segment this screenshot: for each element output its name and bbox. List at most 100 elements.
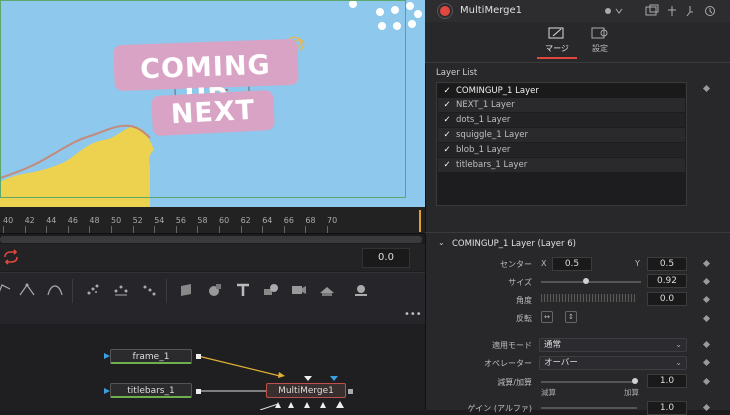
light3d-icon[interactable] bbox=[352, 281, 370, 299]
center-label: センター bbox=[500, 260, 532, 269]
nodes-header bbox=[0, 309, 425, 324]
node-editor[interactable]: frame_1 titlebars_1 MultiMerge1 bbox=[0, 324, 425, 410]
toolbar-divider bbox=[72, 279, 73, 303]
bspline-icon[interactable] bbox=[18, 281, 36, 299]
camera3d-icon[interactable] bbox=[290, 281, 308, 299]
ruler-tick-label: 48 bbox=[89, 216, 100, 225]
section-collapse-icon[interactable]: ⌄ bbox=[438, 238, 445, 247]
ruler-tick bbox=[283, 226, 285, 233]
layer-label: squiggle_1 Layer bbox=[456, 130, 529, 140]
subtractive-additive-knob[interactable] bbox=[632, 378, 638, 384]
size-slider-knob[interactable] bbox=[583, 278, 589, 284]
operator-label: オペレーター bbox=[484, 359, 532, 368]
viewer[interactable]: COMING UP NEXT bbox=[0, 0, 425, 207]
apply-mode-dropdown[interactable]: 通常 ⌄ bbox=[539, 338, 687, 352]
ruler-tick bbox=[197, 226, 199, 233]
subtractive-additive-field[interactable]: 1.0 bbox=[647, 374, 687, 388]
layer-row[interactable]: ✓ titlebars_1 Layer bbox=[438, 158, 685, 172]
ruler-tick-label: 54 bbox=[154, 216, 165, 225]
gain-field[interactable]: 1.0 bbox=[647, 401, 687, 415]
shape3d-icon[interactable] bbox=[206, 281, 224, 299]
particle-render-icon[interactable] bbox=[112, 281, 130, 299]
subtractive-additive-slider[interactable] bbox=[541, 381, 637, 383]
text3d-icon[interactable] bbox=[234, 281, 252, 299]
layer-checkbox[interactable]: ✓ bbox=[441, 158, 453, 172]
center-x-label: X bbox=[541, 259, 547, 268]
ruler-tick bbox=[327, 226, 328, 233]
tab-merge-underline bbox=[537, 57, 577, 59]
ruler-tick-label: 66 bbox=[283, 216, 294, 225]
layer-list[interactable]: ✓ COMINGUP_1 Layer ✓ NEXT_1 Layer ✓ dots_1 … bbox=[436, 82, 687, 206]
layer-row[interactable]: ✓ NEXT_1 Layer bbox=[438, 98, 685, 112]
center-x-field[interactable]: 0.5 bbox=[552, 257, 592, 271]
layer-row[interactable]: ✓ dots_1 Layer bbox=[438, 113, 685, 127]
angle-label: 角度 bbox=[516, 296, 532, 305]
size-field[interactable]: 0.92 bbox=[647, 274, 687, 288]
section-divider bbox=[425, 232, 730, 233]
loop-icon[interactable] bbox=[2, 248, 20, 266]
layer-row[interactable]: ✓ COMINGUP_1 Layer bbox=[438, 84, 685, 98]
ruler-tick-label: 46 bbox=[67, 216, 78, 225]
ruler-tick bbox=[240, 226, 242, 233]
gain-slider[interactable] bbox=[541, 407, 637, 409]
apply-mode-value: 通常 bbox=[544, 340, 562, 350]
playhead-marker[interactable] bbox=[419, 210, 421, 232]
time-scrubber[interactable] bbox=[0, 236, 422, 243]
layer-checkbox[interactable]: ✓ bbox=[441, 113, 453, 127]
polygon-icon[interactable] bbox=[0, 281, 14, 299]
particle-emitter-icon[interactable] bbox=[84, 281, 102, 299]
operator-dropdown[interactable]: オーバー ⌄ bbox=[539, 356, 687, 370]
renderer3d-icon[interactable] bbox=[318, 281, 336, 299]
ruler-tick bbox=[111, 226, 112, 233]
layer-list-label: Layer List bbox=[436, 68, 478, 78]
layer-row[interactable]: ✓ blob_1 Layer bbox=[438, 143, 685, 157]
ruler-tick-label: 60 bbox=[219, 216, 230, 225]
layer-checkbox[interactable]: ✓ bbox=[441, 84, 453, 98]
bezier-icon[interactable] bbox=[46, 281, 64, 299]
flip-vertical-button[interactable]: ↕ bbox=[565, 311, 577, 323]
ruler-tick bbox=[3, 226, 4, 233]
flip-horizontal-button[interactable]: ↔ bbox=[541, 311, 553, 323]
subtractive-label: 減算 bbox=[541, 388, 556, 397]
tab-merge[interactable]: マージ bbox=[537, 43, 577, 54]
layer-checkbox[interactable]: ✓ bbox=[441, 128, 453, 142]
layer-row[interactable]: ✓ squiggle_1 Layer bbox=[438, 128, 685, 142]
layer-checkbox[interactable]: ✓ bbox=[441, 98, 453, 112]
ruler-tick-label: 58 bbox=[197, 216, 208, 225]
additive-label: 加算 bbox=[624, 388, 639, 397]
ruler-tick bbox=[89, 226, 91, 233]
layer-label: blob_1 Layer bbox=[456, 145, 511, 155]
chevron-down-icon: ⌄ bbox=[675, 340, 682, 349]
layer-label: NEXT_1 Layer bbox=[456, 100, 515, 110]
angle-dial[interactable] bbox=[541, 294, 637, 302]
inspector-header-icons bbox=[605, 4, 715, 17]
size-slider[interactable] bbox=[541, 281, 641, 283]
node-titlebars-1[interactable]: titlebars_1 bbox=[110, 383, 192, 398]
ruler-tick bbox=[132, 226, 134, 233]
ruler-tick bbox=[262, 226, 264, 233]
ruler-tick bbox=[305, 226, 307, 233]
layer-checkbox[interactable]: ✓ bbox=[441, 143, 453, 157]
inspector-tabs bbox=[425, 22, 730, 63]
ruler-tick bbox=[219, 226, 220, 233]
nodes-options-menu[interactable]: ••• bbox=[404, 310, 422, 322]
section-title[interactable]: COMINGUP_1 Layer (Layer 6) bbox=[452, 239, 576, 249]
node-frame-1[interactable]: frame_1 bbox=[110, 349, 192, 364]
center-y-label: Y bbox=[635, 259, 640, 268]
ruler-tick-label: 42 bbox=[24, 216, 35, 225]
tab-settings[interactable]: 設定 bbox=[580, 43, 620, 54]
angle-field[interactable]: 0.0 bbox=[647, 292, 687, 306]
center-y-field[interactable]: 0.5 bbox=[647, 257, 687, 271]
ruler-ticks: 40 42 44 46 48 50 52 54 56 58 60 62 64 66 68 70 bbox=[0, 207, 425, 233]
toolbar-divider bbox=[166, 279, 167, 303]
node-multimerge1[interactable]: MultiMerge1 bbox=[266, 383, 346, 398]
image-plane-icon[interactable] bbox=[178, 281, 196, 299]
chevron-down-icon: ⌄ bbox=[675, 358, 682, 367]
merge3d-icon[interactable] bbox=[262, 281, 280, 299]
particle-style-icon[interactable] bbox=[140, 281, 158, 299]
ruler-tick-label: 62 bbox=[240, 216, 251, 225]
flip-label: 反転 bbox=[516, 314, 532, 323]
ruler-tick bbox=[175, 226, 177, 233]
ruler-tick-label: 50 bbox=[111, 216, 122, 225]
time-value-field[interactable]: 0.0 bbox=[362, 248, 410, 268]
